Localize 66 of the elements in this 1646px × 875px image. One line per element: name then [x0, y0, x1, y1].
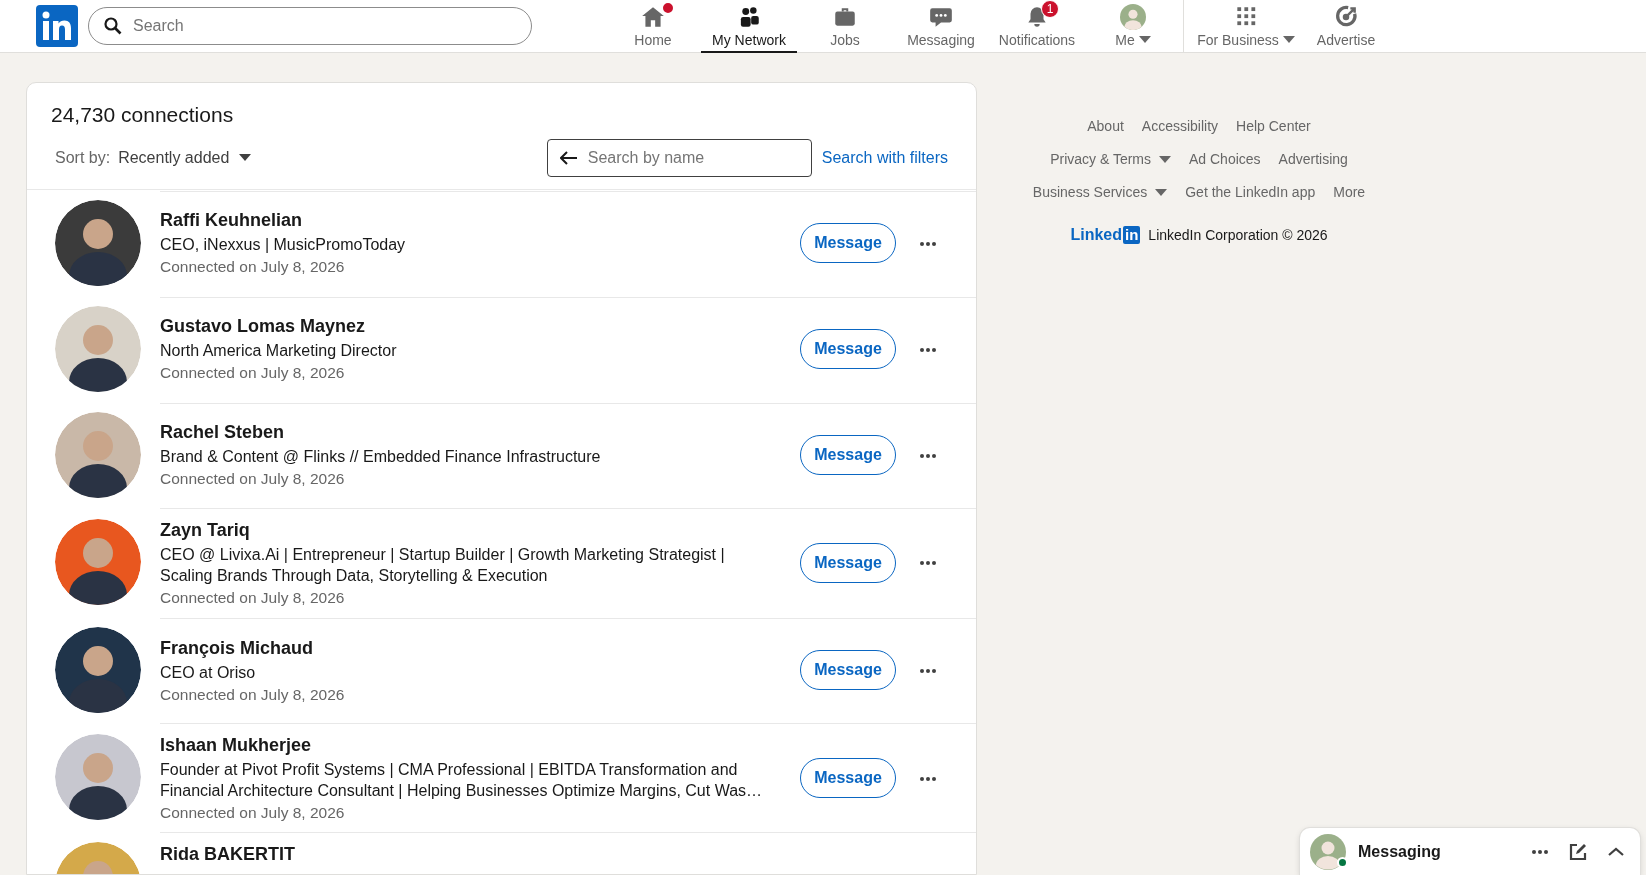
- search-field[interactable]: Search: [88, 7, 532, 45]
- connected-date: Connected on July 8, 2026: [160, 469, 346, 490]
- message-button[interactable]: Message: [800, 757, 896, 798]
- messaging-bar[interactable]: Messaging: [1300, 828, 1640, 875]
- person-name[interactable]: Rachel Steben: [160, 419, 788, 447]
- compose-icon[interactable]: [1568, 841, 1588, 862]
- avatar[interactable]: [55, 734, 141, 821]
- person-name[interactable]: Zayn Tariq: [160, 516, 788, 544]
- footer-link[interactable]: About: [1087, 116, 1124, 137]
- avatar-icon: [1120, 3, 1146, 30]
- nav-tab[interactable]: Advertise: [1296, 0, 1396, 53]
- person-headline: CEO, iNexxus | MusicPromoToday: [160, 235, 407, 256]
- person-headline: Brand & Content @ Flinks // Embedded Finance Infrastructure: [160, 447, 602, 468]
- avatar[interactable]: [55, 411, 141, 498]
- logo-icon[interactable]: [36, 5, 78, 47]
- message-button[interactable]: Message: [800, 650, 896, 691]
- footer-link[interactable]: Accessibility: [1141, 116, 1219, 137]
- nav-tab[interactable]: Messaging: [893, 0, 989, 53]
- message-button[interactable]: Message: [800, 542, 896, 583]
- person-headline: Founder at Pivot Profit Systems | CMA Professional | EBITDA Transformation and Financial Architecture Consultant | Helping Businesses Optimize Margins, Cut Was…: [160, 759, 764, 801]
- filters-link[interactable]: Search with filters: [821, 145, 948, 170]
- avatar[interactable]: [55, 199, 141, 286]
- avatar[interactable]: [55, 519, 141, 606]
- search-icon: [104, 17, 122, 35]
- footer-link[interactable]: More: [1333, 182, 1366, 203]
- back-arrow-icon[interactable]: [559, 150, 578, 165]
- message-button[interactable]: Message: [800, 435, 896, 475]
- connected-date: Connected on July 8, 2026: [160, 802, 346, 823]
- nav-tab[interactable]: For Business: [1196, 0, 1296, 53]
- person-name[interactable]: François Michaud: [160, 634, 788, 662]
- nav-tab[interactable]: Notifications 1: [989, 0, 1085, 53]
- connections-count: 24,730 connections: [51, 102, 235, 128]
- connected-date: Connected on July 8, 2026: [160, 257, 346, 278]
- person-headline: CEO @ Livixa.Ai | Entrepreneur | Startup Builder | Growth Marketing Strategist | Scaling Brands Through Data, Storytelling & Execution: [160, 544, 726, 586]
- nav-tab[interactable]: Home: [605, 0, 701, 53]
- footer-link[interactable]: Ad Choices: [1189, 149, 1261, 170]
- caret-icon: [239, 153, 252, 162]
- nav-tab[interactable]: Jobs: [797, 0, 893, 53]
- avatar[interactable]: [55, 626, 141, 713]
- message-button[interactable]: Message: [800, 329, 896, 369]
- footer-link[interactable]: Get the LinkedIn app: [1185, 182, 1316, 203]
- connected-date: Connected on July 8, 2026: [160, 587, 346, 608]
- notification-count: 1: [1041, 0, 1059, 18]
- connected-date: Connected on July 8, 2026: [160, 684, 346, 705]
- messaging-title: Messaging: [1358, 841, 1442, 862]
- name-search-field[interactable]: Search by name: [546, 138, 812, 177]
- connected-date: Connected on July 8, 2026: [160, 363, 346, 384]
- brand-logo: Linked in: [1070, 225, 1141, 246]
- person-headline: North America Marketing Director: [160, 341, 398, 362]
- sort-dropdown[interactable]: Recently added: [118, 145, 252, 170]
- footer-link[interactable]: Business Services: [1032, 182, 1168, 203]
- avatar[interactable]: [55, 305, 141, 392]
- person-name[interactable]: Raffi Keuhnelian: [160, 207, 788, 235]
- message-button[interactable]: Message: [800, 223, 896, 263]
- person-name[interactable]: Gustavo Lomas Maynez: [160, 313, 788, 341]
- footer-link[interactable]: Privacy & Terms: [1050, 149, 1171, 170]
- person-name[interactable]: Ishaan Mukherjee: [160, 731, 788, 759]
- person-name[interactable]: Rida BAKERTIT: [160, 841, 976, 868]
- person-headline: CEO at Oriso: [160, 662, 257, 683]
- footer-link[interactable]: Advertising: [1278, 149, 1348, 170]
- copyright-text: LinkedIn Corporation © 2026: [1148, 225, 1328, 245]
- footer-link[interactable]: Help Center: [1236, 116, 1311, 137]
- sort-label: Sort by:: [55, 147, 111, 168]
- avatar-icon: [1310, 833, 1346, 870]
- nav-tab[interactable]: Me: [1085, 0, 1181, 53]
- nav-tab[interactable]: My Network: [701, 0, 797, 53]
